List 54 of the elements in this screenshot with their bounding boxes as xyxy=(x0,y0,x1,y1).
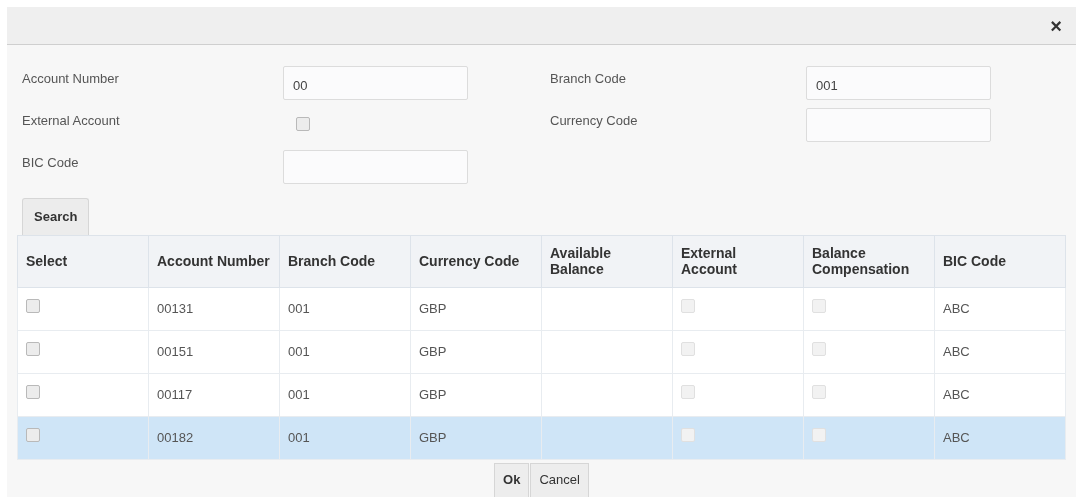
checkbox[interactable] xyxy=(812,341,826,356)
table-cell: 00151 xyxy=(157,343,194,359)
column-header: External Account xyxy=(681,245,737,277)
field-label: BIC Code xyxy=(22,154,80,172)
column-header: Balance Compensation xyxy=(812,245,910,277)
checkbox[interactable] xyxy=(26,298,40,313)
cancel-button[interactable]: Cancel xyxy=(530,462,589,497)
ok-button[interactable]: Ok xyxy=(494,462,530,497)
table-cell: 00117 xyxy=(157,386,193,402)
table-cell: 00131 xyxy=(157,300,194,316)
column-header: BIC Code xyxy=(943,253,1006,269)
table-cell: ABC xyxy=(943,343,970,359)
table-cell: GBP xyxy=(419,343,447,359)
input-field[interactable]: 00 xyxy=(283,66,468,100)
checkbox[interactable] xyxy=(681,384,695,399)
table-cell: GBP xyxy=(419,429,447,445)
field-label: External Account xyxy=(22,112,121,130)
table-cell: 001 xyxy=(288,300,310,316)
table-row[interactable]: 00182 001 GBP ABC xyxy=(17,416,1066,459)
checkbox[interactable] xyxy=(26,427,40,442)
column-header: Currency Code xyxy=(419,253,520,269)
input-field[interactable]: 001 xyxy=(806,66,991,100)
close-button[interactable]: × xyxy=(1046,15,1066,36)
table-cell: 001 xyxy=(288,429,310,445)
table-cell: ABC xyxy=(943,300,970,316)
table-cell: ABC xyxy=(943,429,970,445)
table-cell: 00182 xyxy=(157,429,194,445)
checkbox[interactable] xyxy=(812,384,826,399)
checkbox[interactable] xyxy=(296,117,310,131)
table-cell: 001 xyxy=(288,386,310,402)
table-cell: GBP xyxy=(419,300,447,316)
field-label: Branch Code xyxy=(549,70,627,88)
checkbox[interactable] xyxy=(681,298,695,313)
table-cell: 001 xyxy=(288,343,310,359)
checkbox[interactable] xyxy=(812,298,826,313)
checkbox[interactable] xyxy=(812,427,826,442)
search-tab[interactable]: Search xyxy=(22,198,90,235)
field-label: Currency Code xyxy=(549,112,639,130)
checkbox[interactable] xyxy=(26,341,40,356)
checkbox[interactable] xyxy=(26,384,40,399)
table-cell: ABC xyxy=(943,386,970,402)
checkbox[interactable] xyxy=(681,427,695,442)
column-header: Available Balance xyxy=(550,245,611,277)
input-field[interactable] xyxy=(806,108,991,142)
table-row[interactable]: 00151 001 GBP ABC xyxy=(17,330,1066,373)
table-cell: GBP xyxy=(419,386,447,402)
checkbox[interactable] xyxy=(681,341,695,356)
column-header: Select xyxy=(26,253,68,269)
column-header: Account Number xyxy=(157,253,270,269)
field-label: Account Number xyxy=(22,70,120,88)
table-row[interactable]: 00131 001 GBP ABC xyxy=(17,287,1066,330)
table-row[interactable]: 00117 001 GBP ABC xyxy=(17,373,1066,416)
input-field[interactable] xyxy=(283,150,468,184)
column-header: Branch Code xyxy=(288,253,376,269)
